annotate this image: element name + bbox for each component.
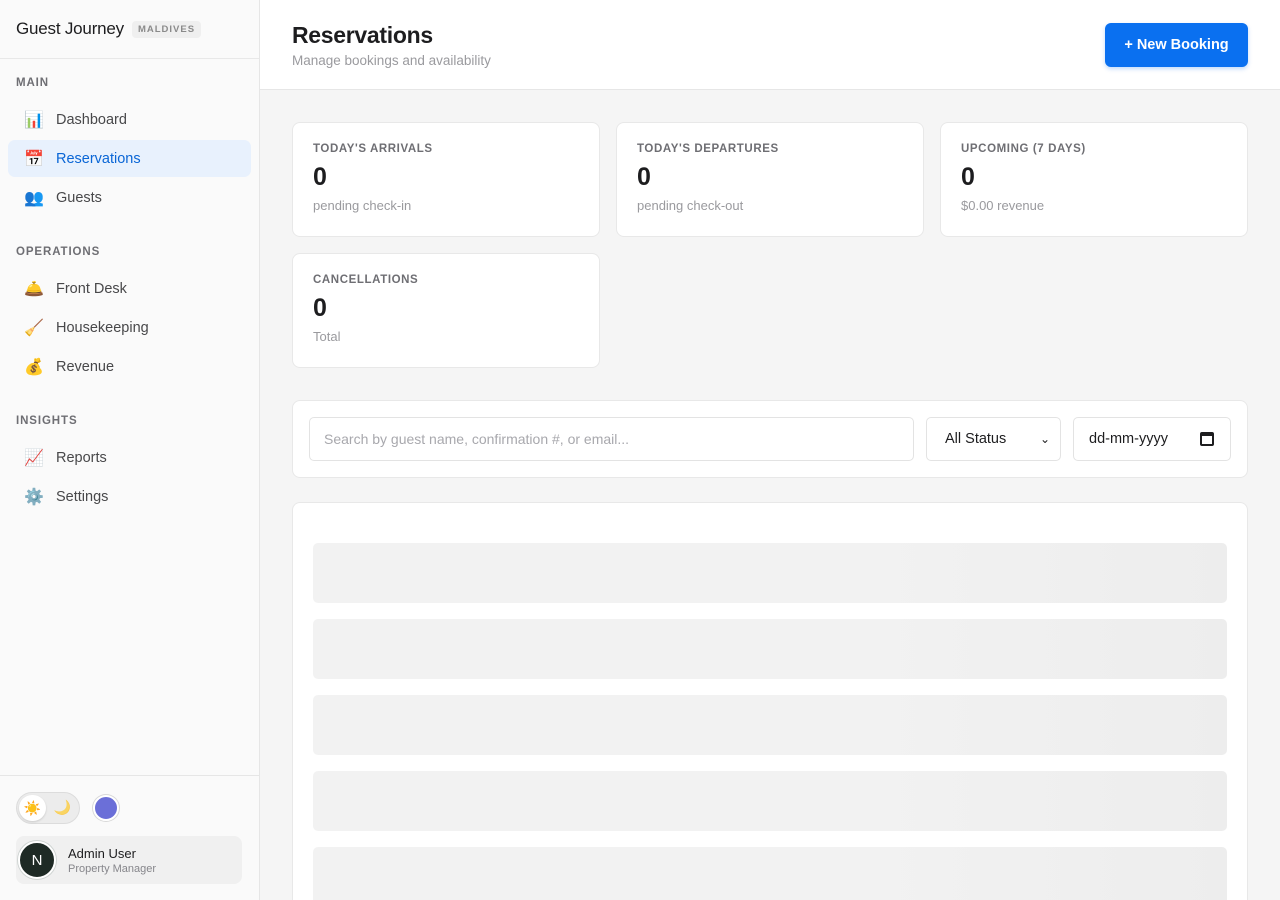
stat-card-upcoming: UPCOMING (7 DAYS) 0 $0.00 revenue: [940, 122, 1248, 237]
broom-icon: 🧹: [24, 319, 44, 337]
line-chart-icon: 📈: [24, 449, 44, 467]
skeleton-row: [313, 771, 1227, 831]
stat-sub: pending check-out: [637, 198, 744, 213]
stat-value: 0: [313, 163, 327, 191]
sidebar-item-dashboard[interactable]: 📊 Dashboard: [8, 101, 251, 138]
skeleton-row: [313, 619, 1227, 679]
nav-section-insights: INSIGHTS: [16, 415, 78, 427]
sidebar: Guest Journey MALDIVES MAIN 📊 Dashboard …: [0, 0, 260, 900]
sidebar-item-label: Settings: [56, 488, 109, 505]
stat-sub: pending check-in: [313, 198, 412, 213]
sidebar-footer: ☀️ 🌙 N Admin User Property Manager: [0, 775, 259, 900]
nav-section-main: MAIN: [16, 77, 49, 89]
people-icon: 👥: [24, 189, 44, 207]
bell-icon: 🛎️: [24, 280, 44, 298]
sidebar-item-revenue[interactable]: 💰 Revenue: [8, 348, 251, 385]
sidebar-item-label: Housekeeping: [56, 319, 149, 336]
stat-card-cancellations: CANCELLATIONS 0 Total: [292, 253, 600, 368]
sidebar-item-settings[interactable]: ⚙️ Settings: [8, 478, 251, 515]
sidebar-item-label: Reports: [56, 449, 107, 466]
chevron-down-icon: ⌄: [1039, 432, 1050, 446]
stat-value: 0: [961, 163, 975, 191]
stat-label: TODAY'S ARRIVALS: [313, 143, 433, 155]
bar-chart-icon: 📊: [24, 111, 44, 129]
sidebar-item-label: Front Desk: [56, 280, 127, 297]
sidebar-item-label: Reservations: [56, 150, 141, 167]
filter-bar: All Status ⌄ dd-mm-yyyy: [292, 400, 1248, 478]
calendar-icon: [1200, 432, 1214, 446]
stat-card-departures: TODAY'S DEPARTURES 0 pending check-out: [616, 122, 924, 237]
brand-name: Guest Journey: [16, 19, 124, 38]
stat-label: UPCOMING (7 DAYS): [961, 143, 1086, 155]
sidebar-item-label: Dashboard: [56, 111, 127, 128]
status-select[interactable]: All Status ⌄: [926, 417, 1061, 461]
sidebar-nav: MAIN 📊 Dashboard 📅 Reservations 👥 Guests…: [0, 59, 259, 775]
stat-sub: Total: [313, 329, 341, 344]
stat-label: TODAY'S DEPARTURES: [637, 143, 779, 155]
user-role: Property Manager: [68, 862, 157, 875]
sidebar-item-guests[interactable]: 👥 Guests: [8, 179, 251, 216]
new-booking-button[interactable]: + New Booking: [1105, 23, 1248, 67]
brand-badge: MALDIVES: [131, 20, 202, 38]
moon-icon: 🌙: [53, 799, 71, 815]
money-bag-icon: 💰: [24, 358, 44, 376]
search-input[interactable]: [309, 417, 914, 461]
sidebar-item-label: Guests: [56, 189, 102, 206]
skeleton-row: [313, 695, 1227, 755]
sidebar-item-reports[interactable]: 📈 Reports: [8, 439, 251, 476]
main-content: Reservations Manage bookings and availab…: [260, 0, 1280, 900]
theme-toggle[interactable]: ☀️ 🌙: [16, 792, 80, 824]
sidebar-item-front-desk[interactable]: 🛎️ Front Desk: [8, 270, 251, 307]
avatar: N: [18, 841, 56, 879]
sidebar-item-housekeeping[interactable]: 🧹 Housekeeping: [8, 309, 251, 346]
sidebar-item-label: Revenue: [56, 358, 115, 375]
stat-sub: $0.00 revenue: [961, 198, 1045, 213]
brand: Guest Journey MALDIVES: [0, 0, 259, 59]
stat-card-arrivals: TODAY'S ARRIVALS 0 pending check-in: [292, 122, 600, 237]
skeleton-row: [313, 543, 1227, 603]
skeleton-row: [313, 847, 1227, 900]
accent-color-picker[interactable]: [93, 795, 119, 821]
date-input-placeholder: dd-mm-yyyy: [1089, 431, 1168, 447]
nav-section-operations: OPERATIONS: [16, 246, 101, 258]
stat-value: 0: [313, 294, 327, 322]
user-name: Admin User: [68, 845, 136, 861]
sidebar-item-reservations[interactable]: 📅 Reservations: [8, 140, 251, 177]
date-input[interactable]: dd-mm-yyyy: [1073, 417, 1231, 461]
page-header: Reservations Manage bookings and availab…: [260, 0, 1280, 90]
status-select-value: All Status: [945, 431, 1007, 447]
reservations-table-loading: [292, 502, 1248, 900]
stat-value: 0: [637, 163, 651, 191]
calendar-icon: 📅: [24, 150, 44, 168]
gear-icon: ⚙️: [24, 488, 44, 506]
user-card[interactable]: N Admin User Property Manager: [16, 836, 242, 884]
stats-grid: TODAY'S ARRIVALS 0 pending check-in TODA…: [292, 122, 1248, 368]
stat-label: CANCELLATIONS: [313, 274, 419, 286]
sun-icon: ☀️: [19, 795, 46, 821]
